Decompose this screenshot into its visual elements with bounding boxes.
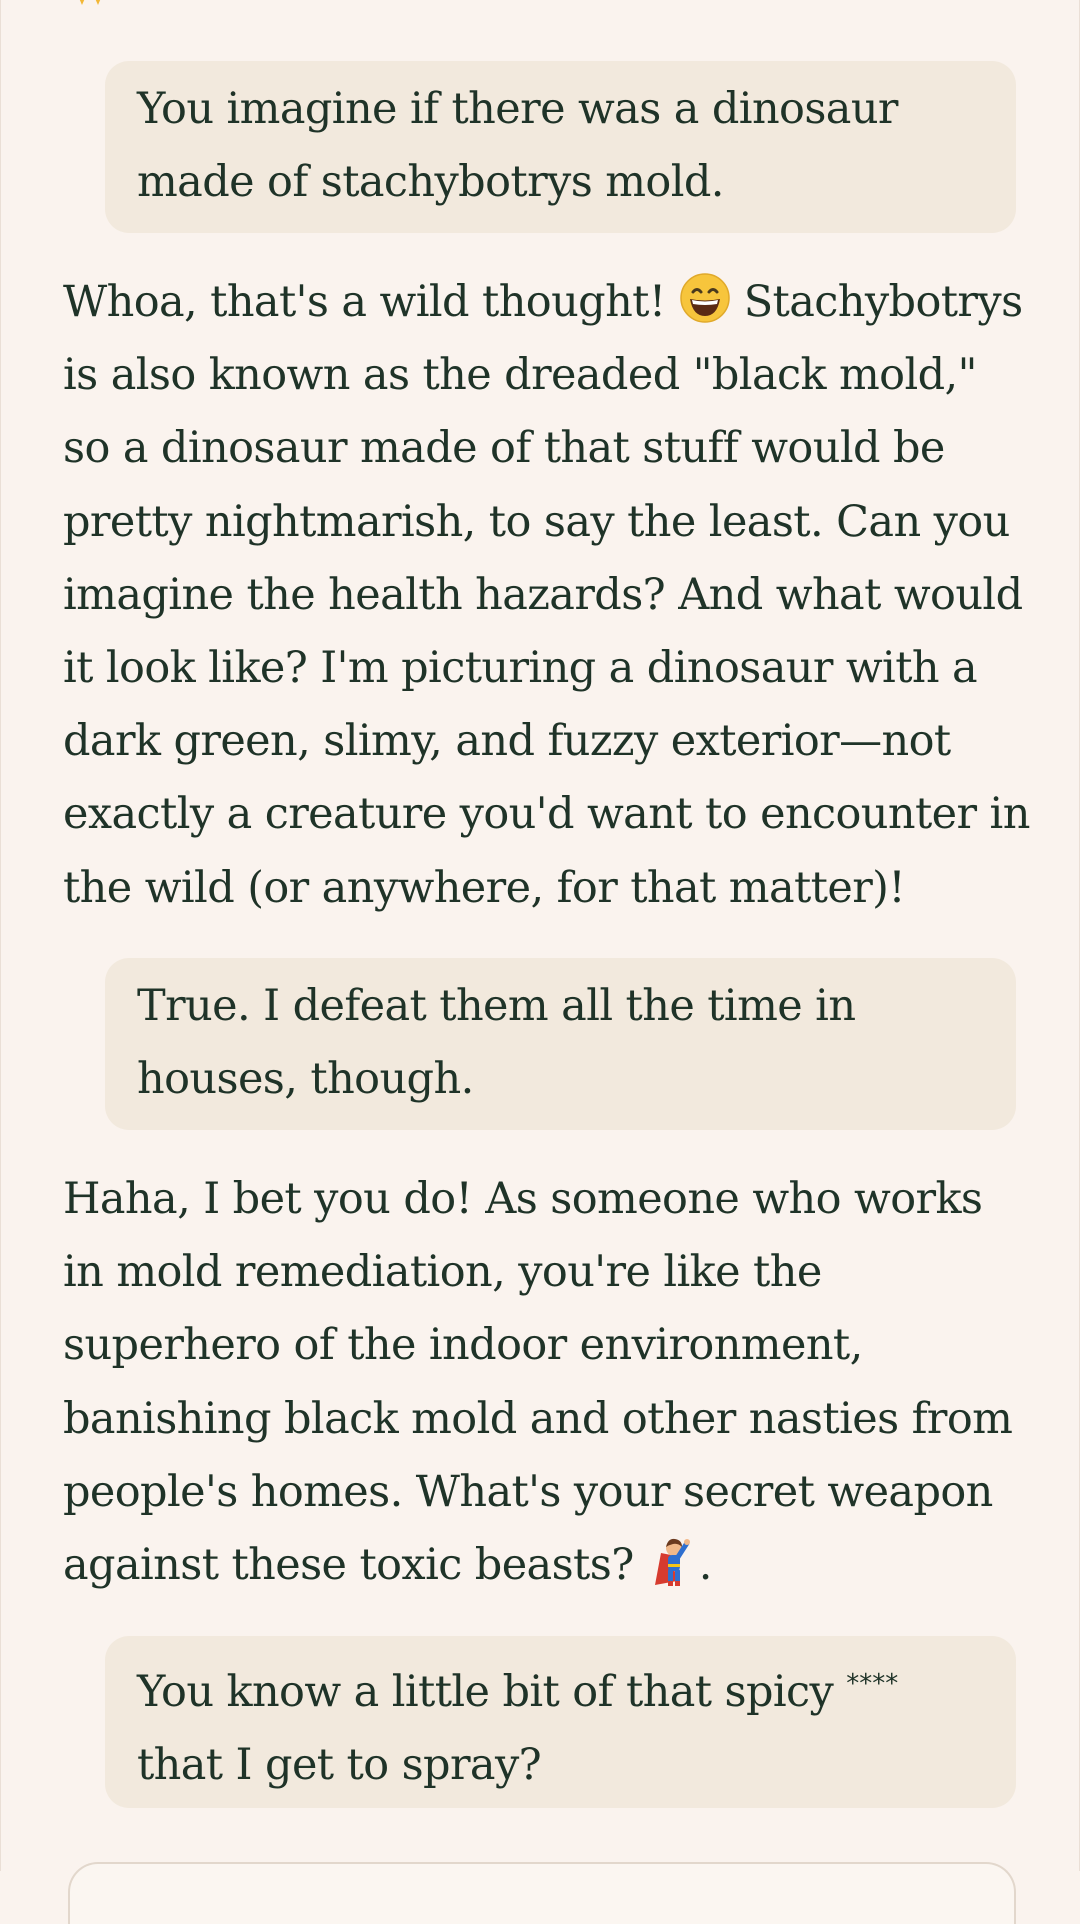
- assistant-message-text-continued: Stachybotrys is also known as the dreade…: [63, 277, 1030, 913]
- assistant-message: Whoa, that's a wild thought! Stachybotry…: [63, 266, 1031, 925]
- user-message-bubble: You imagine if there was a dinosaur made…: [105, 61, 1016, 233]
- grinning-face-icon: [679, 273, 730, 323]
- user-message-bubble: You know a little bit of that spicy ****…: [105, 1636, 1016, 1808]
- assistant-message-text-continued: .: [698, 1540, 713, 1591]
- user-message-text: You know a little bit of that spicy: [137, 1667, 847, 1717]
- user-message-text: You imagine if there was a dinosaur made…: [137, 84, 898, 207]
- left-edge-divider: [0, 0, 1, 1871]
- user-message-text-continued: that I get to spray?: [137, 1740, 542, 1790]
- user-message-text: True. I defeat them all the time in hous…: [137, 981, 856, 1104]
- superhero-icon: [654, 1538, 690, 1587]
- sun-icon: [79, 0, 101, 5]
- user-message-bubble: True. I defeat them all the time in hous…: [105, 958, 1016, 1130]
- assistant-message-text: Whoa, that's a wild thought!: [63, 277, 679, 327]
- assistant-message: Haha, I bet you do! As someone who works…: [63, 1163, 1031, 1602]
- assistant-message-text: Haha, I bet you do! As someone who works…: [63, 1174, 1013, 1591]
- censored-word: ****: [846, 1669, 899, 1699]
- message-composer[interactable]: [68, 1862, 1016, 1924]
